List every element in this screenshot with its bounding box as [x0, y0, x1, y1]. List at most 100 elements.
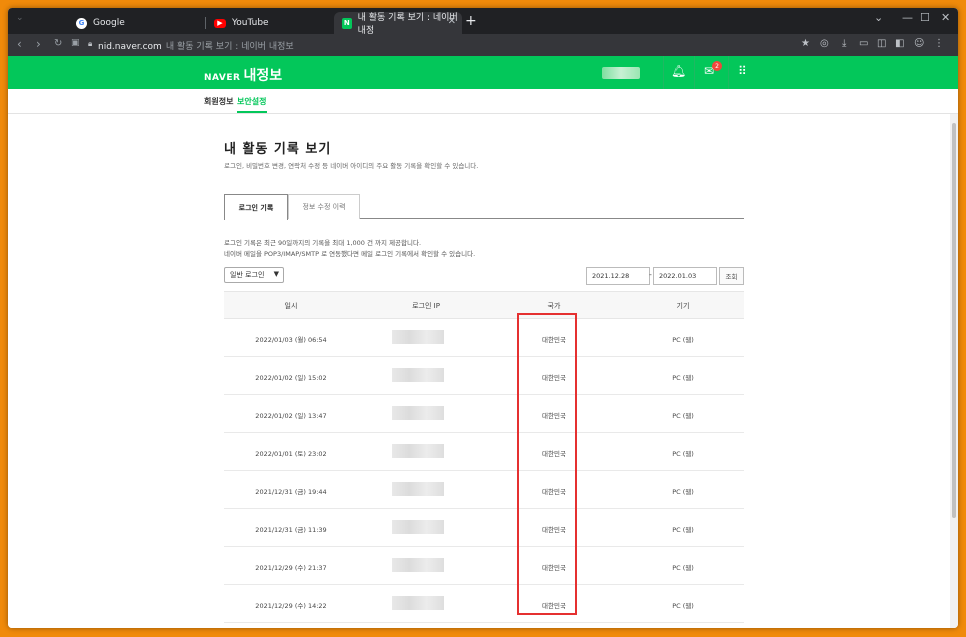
- tab-info-change-history[interactable]: 정보 수정 이력: [288, 194, 360, 219]
- table-row: 2021/12/29 (수) 21:37 대한민국 PC (웹): [224, 547, 744, 585]
- tab-youtube[interactable]: ▶ YouTube: [206, 12, 336, 34]
- brand-text: NAVER: [204, 73, 241, 83]
- record-tabs: 로그인 기록 정보 수정 이력: [224, 194, 744, 220]
- query-button[interactable]: 조회: [719, 267, 744, 285]
- table-row: 2022/01/01 (토) 23:02 대한민국 PC (웹): [224, 433, 744, 471]
- main-content: 내 활동 기록 보기 로그인, 비밀번호 변경, 연락처 수정 등 네이버 아이…: [8, 114, 950, 628]
- url-host: nid.naver.com: [98, 42, 162, 52]
- user-name-blurred[interactable]: [602, 67, 640, 79]
- url-title: 내 활동 기록 보기 : 네이버 내정보: [165, 42, 294, 52]
- date-separator: -: [649, 270, 652, 279]
- tab-naver[interactable]: N 내 활동 기록 보기 : 네이버 내정 ✕: [334, 12, 462, 36]
- table-row: 2021/12/29 (수) 14:22 대한민국 PC (웹): [224, 585, 744, 623]
- row-device: PC (웹): [672, 336, 694, 344]
- row-device: PC (웹): [672, 488, 694, 496]
- naver-icon: N: [342, 17, 352, 29]
- row-datetime: 2022/01/01 (토) 23:02: [255, 450, 327, 458]
- row-datetime: 2022/01/03 (월) 06:54: [255, 336, 327, 344]
- row-datetime: 2021/12/29 (수) 21:37: [255, 564, 327, 572]
- scrollbar-thumb[interactable]: [952, 123, 956, 518]
- close-window-icon[interactable]: ✕: [941, 11, 950, 24]
- select-value: 일반 로그인: [230, 271, 265, 279]
- tab-strip: ⌄ G Google ▶ YouTube N 내 활동 기록 보기 : 네이버 …: [8, 8, 958, 36]
- tab-label: 내 활동 기록 보기 : 네이버 내정: [357, 13, 458, 36]
- info-text-2: 네이버 메일을 POP3/IMAP/SMTP 로 연동했다면 메일 로그인 기록…: [224, 250, 476, 258]
- new-tab-icon[interactable]: +: [465, 13, 477, 29]
- row-datetime: 2022/01/02 (일) 13:47: [255, 412, 327, 420]
- naver-header: NAVER 내정보 🔔︎ ✉ 2 ⠿: [8, 56, 958, 89]
- address-bar[interactable]: nid.naver.com 내 활동 기록 보기 : 네이버 내정보: [98, 39, 294, 52]
- profile-icon[interactable]: ☺: [914, 38, 924, 49]
- col-country: 국가: [547, 302, 561, 310]
- back-icon[interactable]: ‹: [17, 37, 22, 51]
- row-datetime: 2021/12/31 (금) 11:39: [255, 526, 327, 534]
- row-device: PC (웹): [672, 412, 694, 420]
- youtube-icon: ▶: [214, 18, 226, 28]
- table-row: 2021/12/31 (금) 11:39 대한민국 PC (웹): [224, 509, 744, 547]
- extension-icon[interactable]: ◎: [820, 38, 829, 49]
- minimize-icon[interactable]: —: [902, 11, 913, 24]
- menu-icon[interactable]: ⋮: [934, 38, 944, 49]
- login-type-select[interactable]: 일반 로그인 ▼: [224, 267, 284, 283]
- col-device: 기기: [676, 302, 690, 310]
- chevron-down-icon[interactable]: ⌄: [874, 11, 883, 24]
- naver-shortcut-icon[interactable]: ▣: [71, 38, 80, 48]
- chevron-down-icon: ▼: [273, 270, 279, 278]
- active-nav-underline: [237, 111, 267, 113]
- sidepanel-icon[interactable]: ◧: [895, 38, 904, 49]
- table-row: 2021/12/31 (금) 19:44 대한민국 PC (웹): [224, 471, 744, 509]
- page-description: 로그인, 비밀번호 변경, 연락처 수정 등 네이버 아이디의 주요 활동 기록…: [224, 162, 479, 170]
- country-column-highlight: [517, 313, 577, 615]
- screenshot-icon[interactable]: ◫: [877, 38, 886, 49]
- lock-icon: 🔒︎: [88, 39, 93, 48]
- row-device: PC (웹): [672, 526, 694, 534]
- naver-logo[interactable]: NAVER 내정보: [204, 65, 282, 85]
- bell-icon[interactable]: 🔔︎: [671, 64, 686, 78]
- info-text-1: 로그인 기록은 최근 90일까지의 기록을 최대 1,000 건 까지 제공합니…: [224, 239, 422, 247]
- tab-label: Google: [93, 18, 125, 28]
- row-datetime: 2021/12/29 (수) 14:22: [255, 602, 327, 610]
- service-name: 내정보: [243, 68, 283, 84]
- row-ip-blurred: [392, 520, 444, 534]
- table-row: 2022/01/02 (일) 13:47 대한민국 PC (웹): [224, 395, 744, 433]
- nav-security-settings[interactable]: 보안설정: [237, 96, 266, 107]
- row-ip-blurred: [392, 482, 444, 496]
- row-device: PC (웹): [672, 564, 694, 572]
- tab-google[interactable]: G Google: [68, 12, 198, 34]
- row-datetime: 2021/12/31 (금) 19:44: [255, 488, 327, 496]
- row-ip-blurred: [392, 444, 444, 458]
- reload-icon[interactable]: ↻: [54, 38, 62, 49]
- row-device: PC (웹): [672, 450, 694, 458]
- maximize-icon[interactable]: ☐: [920, 11, 930, 24]
- sub-navigation: 회원정보 보안설정: [8, 89, 958, 114]
- forward-icon[interactable]: ›: [36, 37, 41, 51]
- col-datetime: 일시: [284, 302, 298, 310]
- bookmark-icon[interactable]: ★: [801, 38, 810, 49]
- row-device: PC (웹): [672, 374, 694, 382]
- tab-label: YouTube: [232, 18, 269, 28]
- mail-badge: 2: [712, 61, 722, 71]
- apps-grid-icon[interactable]: ⠿: [738, 64, 747, 78]
- date-from-field[interactable]: 2021.12.28: [586, 267, 650, 285]
- close-tab-icon[interactable]: ✕: [448, 16, 456, 27]
- google-icon: G: [76, 17, 87, 29]
- browser-window: ⌄ G Google ▶ YouTube N 내 활동 기록 보기 : 네이버 …: [8, 8, 958, 628]
- table-row: 2022/01/03 (월) 06:54 대한민국 PC (웹): [224, 319, 744, 357]
- tab-search-icon[interactable]: ⌄: [16, 13, 24, 23]
- browser-toolbar: ‹ › ↻ ▣ 🔒︎ nid.naver.com 내 활동 기록 보기 : 네이버…: [8, 34, 958, 56]
- row-ip-blurred: [392, 368, 444, 382]
- table-row: 2022/01/02 (일) 15:02 대한민국 PC (웹): [224, 357, 744, 395]
- col-login-ip: 로그인 IP: [412, 302, 440, 310]
- tab-login-records[interactable]: 로그인 기록: [224, 194, 288, 220]
- download-icon[interactable]: ⤓: [842, 38, 846, 49]
- nav-member-info[interactable]: 회원정보: [204, 96, 233, 107]
- row-ip-blurred: [392, 406, 444, 420]
- page-title: 내 활동 기록 보기: [224, 142, 332, 157]
- row-device: PC (웹): [672, 602, 694, 610]
- row-ip-blurred: [392, 596, 444, 610]
- table-header: 일시 로그인 IP 국가 기기: [224, 291, 744, 319]
- row-ip-blurred: [392, 330, 444, 344]
- date-to-field[interactable]: 2022.01.03: [653, 267, 717, 285]
- row-ip-blurred: [392, 558, 444, 572]
- cast-icon[interactable]: ▭: [859, 38, 868, 49]
